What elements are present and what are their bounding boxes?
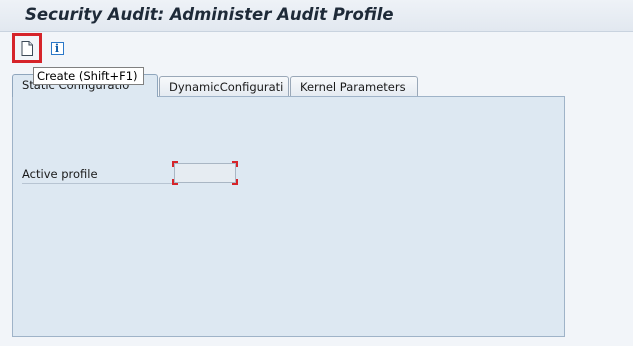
information-button[interactable]: i [43, 34, 71, 62]
active-profile-input[interactable] [174, 163, 236, 183]
tab-content-panel: Active profile [12, 96, 565, 337]
application-toolbar: i [0, 32, 633, 63]
page-title: Security Audit: Administer Audit Profile [25, 5, 394, 24]
active-profile-label: Active profile [22, 167, 98, 181]
information-icon: i [50, 41, 64, 55]
create-button[interactable] [12, 33, 42, 63]
tab-dynamic-configuration[interactable]: DynamicConfigurati [159, 76, 289, 97]
tab-kernel-parameters[interactable]: Kernel Parameters [290, 76, 418, 97]
title-bar: Security Audit: Administer Audit Profile [0, 0, 633, 32]
label-underline [22, 183, 172, 184]
document-new-icon [21, 40, 33, 56]
active-profile-field-wrapper [172, 161, 238, 185]
create-tooltip: Create (Shift+F1) [33, 67, 144, 85]
